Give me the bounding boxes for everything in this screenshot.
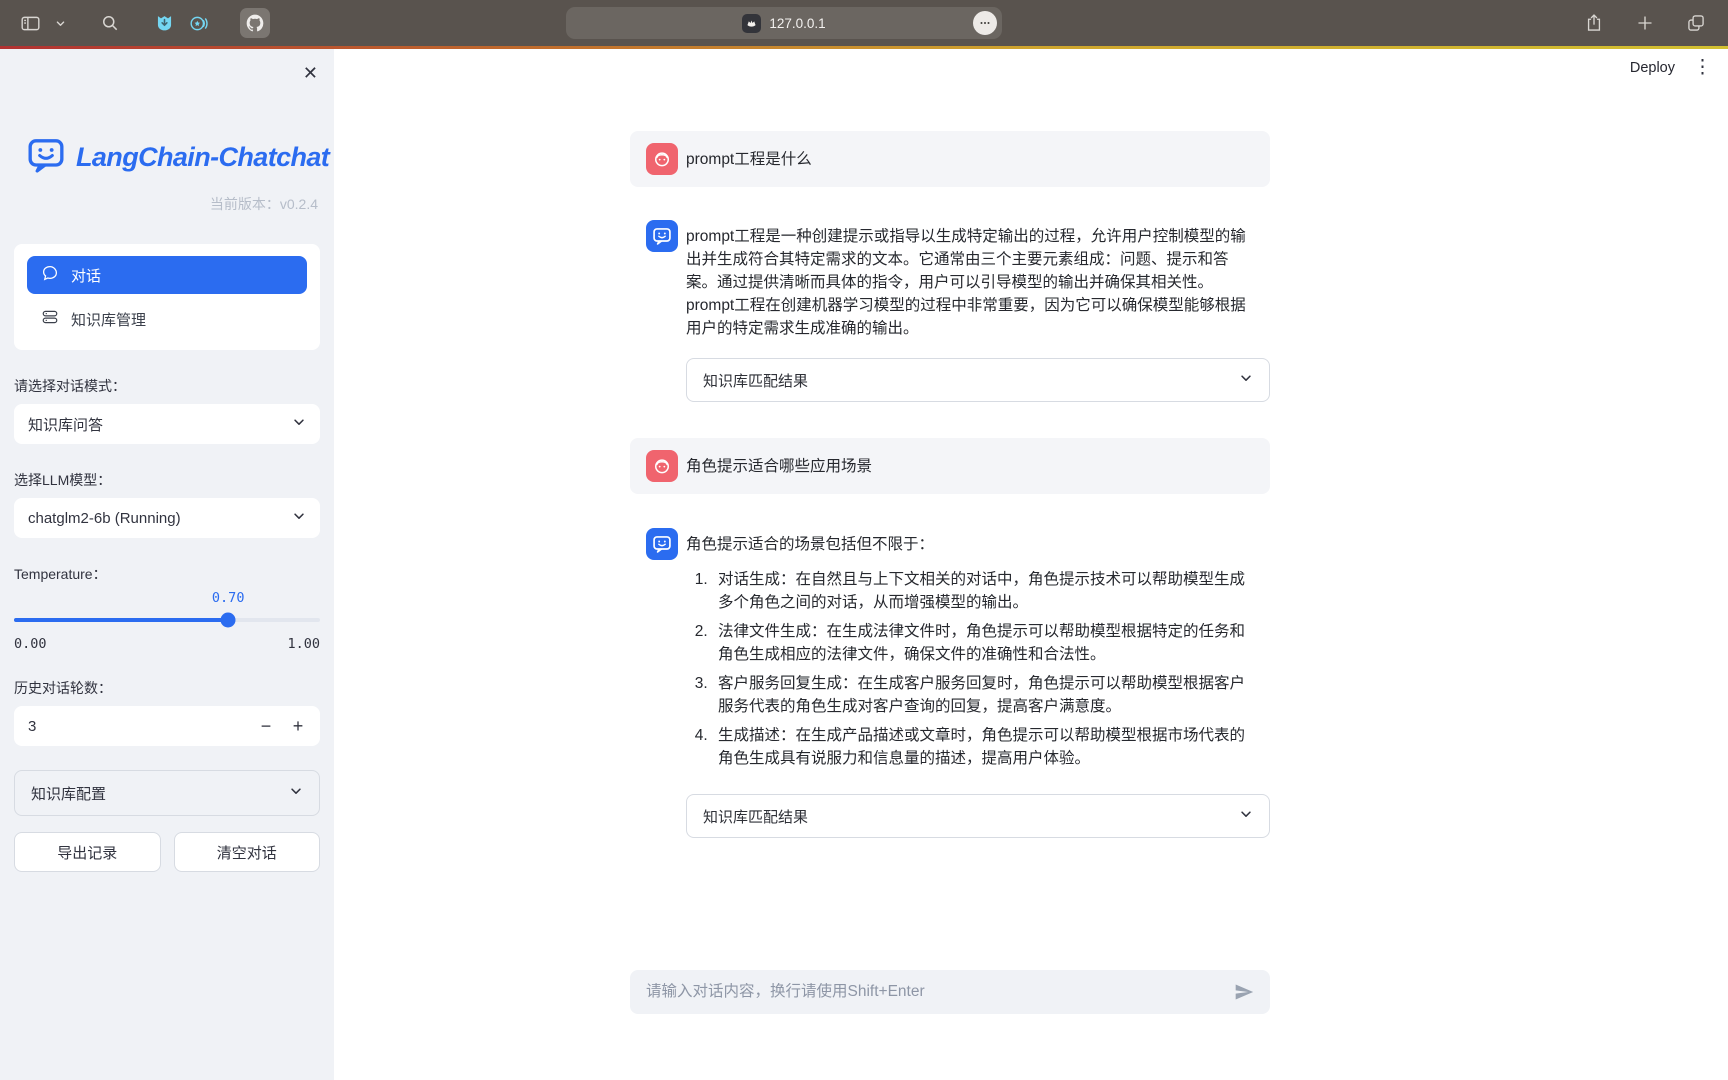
deploy-button[interactable]: Deploy (1630, 60, 1675, 76)
kb-match-expander[interactable]: 知识库匹配结果 (686, 358, 1270, 402)
chevron-down-icon (1239, 371, 1253, 389)
new-tab-icon[interactable] (1632, 10, 1658, 36)
message-text: 角色提示适合哪些应用场景 (686, 450, 872, 478)
streamlit-decoration-bar (0, 46, 1728, 49)
llm-model-select[interactable]: chatglm2-6b (Running) (14, 498, 320, 538)
list-item: 生成描述：在生成产品描述或文章时，角色提示可以帮助模型根据市场代表的角色生成具有… (712, 724, 1254, 770)
site-favicon (742, 14, 761, 33)
nav-menu: 对话 知识库管理 (14, 244, 320, 350)
slider-min: 0.00 (14, 636, 47, 652)
sidebar-close-icon[interactable]: ✕ (297, 58, 324, 88)
tab-overview-icon[interactable] (1682, 9, 1710, 37)
message-text: 角色提示适合的场景包括但不限于： (686, 528, 1254, 556)
chat-input[interactable] (646, 983, 1224, 1001)
logo: LangChain-Chatchat (14, 135, 320, 180)
dialog-mode-value: 知识库问答 (28, 414, 292, 435)
temperature-slider: 0.70 (14, 590, 320, 634)
nav-item-label: 知识库管理 (71, 309, 146, 330)
chevron-down-icon (292, 509, 306, 527)
user-avatar-icon (646, 450, 678, 482)
message-text: prompt工程是什么 (686, 143, 812, 171)
browser-toolbar: 127.0.0.1 (0, 0, 1728, 46)
github-tab-button[interactable] (240, 8, 270, 38)
history-rounds-label: 历史对话轮数： (14, 678, 320, 698)
message-text: prompt工程是一种创建提示或指导以生成特定输出的过程，允许用户控制模型的输出… (686, 220, 1254, 340)
kb-config-label: 知识库配置 (31, 783, 289, 804)
dialog-mode-select[interactable]: 知识库问答 (14, 404, 320, 444)
slider-track[interactable] (14, 618, 320, 622)
list-item: 对话生成：在自然且与上下文相关的对话中，角色提示技术可以帮助模型生成多个角色之间… (712, 568, 1254, 614)
list-item: 法律文件生成：在生成法律文件时，角色提示可以帮助模型根据特定的任务和角色生成相应… (712, 620, 1254, 666)
main-area: Deploy ⋮ prompt工程是什么 prompt工程是一种创建提示或指导以… (334, 46, 1728, 1080)
kb-match-label: 知识库匹配结果 (703, 370, 1239, 391)
send-icon[interactable] (1234, 982, 1254, 1002)
temperature-label: Temperature： (14, 564, 320, 584)
slider-fill (14, 618, 228, 622)
nav-item-knowledge-base[interactable]: 知识库管理 (27, 300, 307, 338)
history-rounds-value: 3 (28, 718, 250, 735)
extension-circles-icon[interactable] (185, 9, 214, 38)
sidebar: ✕ LangChain-Chatchat 当前版本：v0.2.4 对话 知识库管… (0, 46, 334, 1080)
server-icon (41, 308, 59, 330)
kb-config-expander[interactable]: 知识库配置 (14, 770, 320, 816)
extension-shield-icon[interactable] (150, 9, 179, 38)
version-text: 当前版本：v0.2.4 (14, 194, 320, 214)
clear-chat-button[interactable]: 清空对话 (174, 832, 321, 872)
slider-thumb[interactable] (221, 613, 236, 628)
llm-model-value: chatglm2-6b (Running) (28, 510, 292, 527)
slider-range-labels: 0.00 1.00 (14, 636, 320, 652)
history-rounds-input[interactable]: 3 − + (14, 706, 320, 746)
nav-item-label: 对话 (71, 265, 101, 286)
assistant-avatar-icon (646, 528, 678, 560)
nav-item-dialogue[interactable]: 对话 (27, 256, 307, 294)
export-history-button[interactable]: 导出记录 (14, 832, 161, 872)
share-icon[interactable] (1580, 9, 1608, 37)
scene-list: 对话生成：在自然且与上下文相关的对话中，角色提示技术可以帮助模型生成多个角色之间… (686, 568, 1254, 770)
user-message: prompt工程是什么 (630, 131, 1270, 187)
main-menu-icon[interactable]: ⋮ (1693, 58, 1712, 77)
decrement-icon[interactable]: − (250, 716, 282, 737)
list-item: 客户服务回复生成：在生成客户服务回复时，角色提示可以帮助模型根据客户服务代表的角… (712, 672, 1254, 718)
kb-match-label: 知识库匹配结果 (703, 806, 1239, 827)
increment-icon[interactable]: + (282, 716, 314, 737)
assistant-message: prompt工程是一种创建提示或指导以生成特定输出的过程，允许用户控制模型的输出… (630, 220, 1270, 340)
kb-match-expander[interactable]: 知识库匹配结果 (686, 794, 1270, 838)
dialog-mode-label: 请选择对话模式： (14, 376, 320, 396)
assistant-avatar-icon (646, 220, 678, 252)
chevron-down-icon (292, 415, 306, 433)
chat-history: prompt工程是什么 prompt工程是一种创建提示或指导以生成特定输出的过程… (630, 46, 1270, 838)
user-avatar-icon (646, 143, 678, 175)
github-icon (245, 13, 265, 33)
chevron-down-icon (1239, 807, 1253, 825)
address-bar[interactable]: 127.0.0.1 (566, 7, 1002, 39)
slider-max: 1.00 (287, 636, 320, 652)
app-window: ✕ LangChain-Chatchat 当前版本：v0.2.4 对话 知识库管… (0, 46, 1728, 1080)
chatchat-logo-icon (26, 135, 66, 180)
llm-model-label: 选择LLM模型： (14, 470, 320, 490)
temperature-value: 0.70 (212, 590, 245, 606)
search-icon[interactable] (96, 9, 124, 37)
chevron-down-icon (289, 784, 303, 802)
chat-bubble-icon (41, 264, 59, 286)
chat-input-container (630, 970, 1270, 1014)
assistant-message: 角色提示适合的场景包括但不限于： 对话生成：在自然且与上下文相关的对话中，角色提… (630, 528, 1270, 776)
chevron-down-icon[interactable] (51, 14, 70, 33)
sidebar-toggle-icon[interactable] (16, 9, 45, 38)
user-message: 角色提示适合哪些应用场景 (630, 438, 1270, 494)
app-title: LangChain-Chatchat (76, 142, 329, 173)
url-text: 127.0.0.1 (769, 16, 825, 31)
page-settings-icon[interactable] (973, 11, 997, 35)
